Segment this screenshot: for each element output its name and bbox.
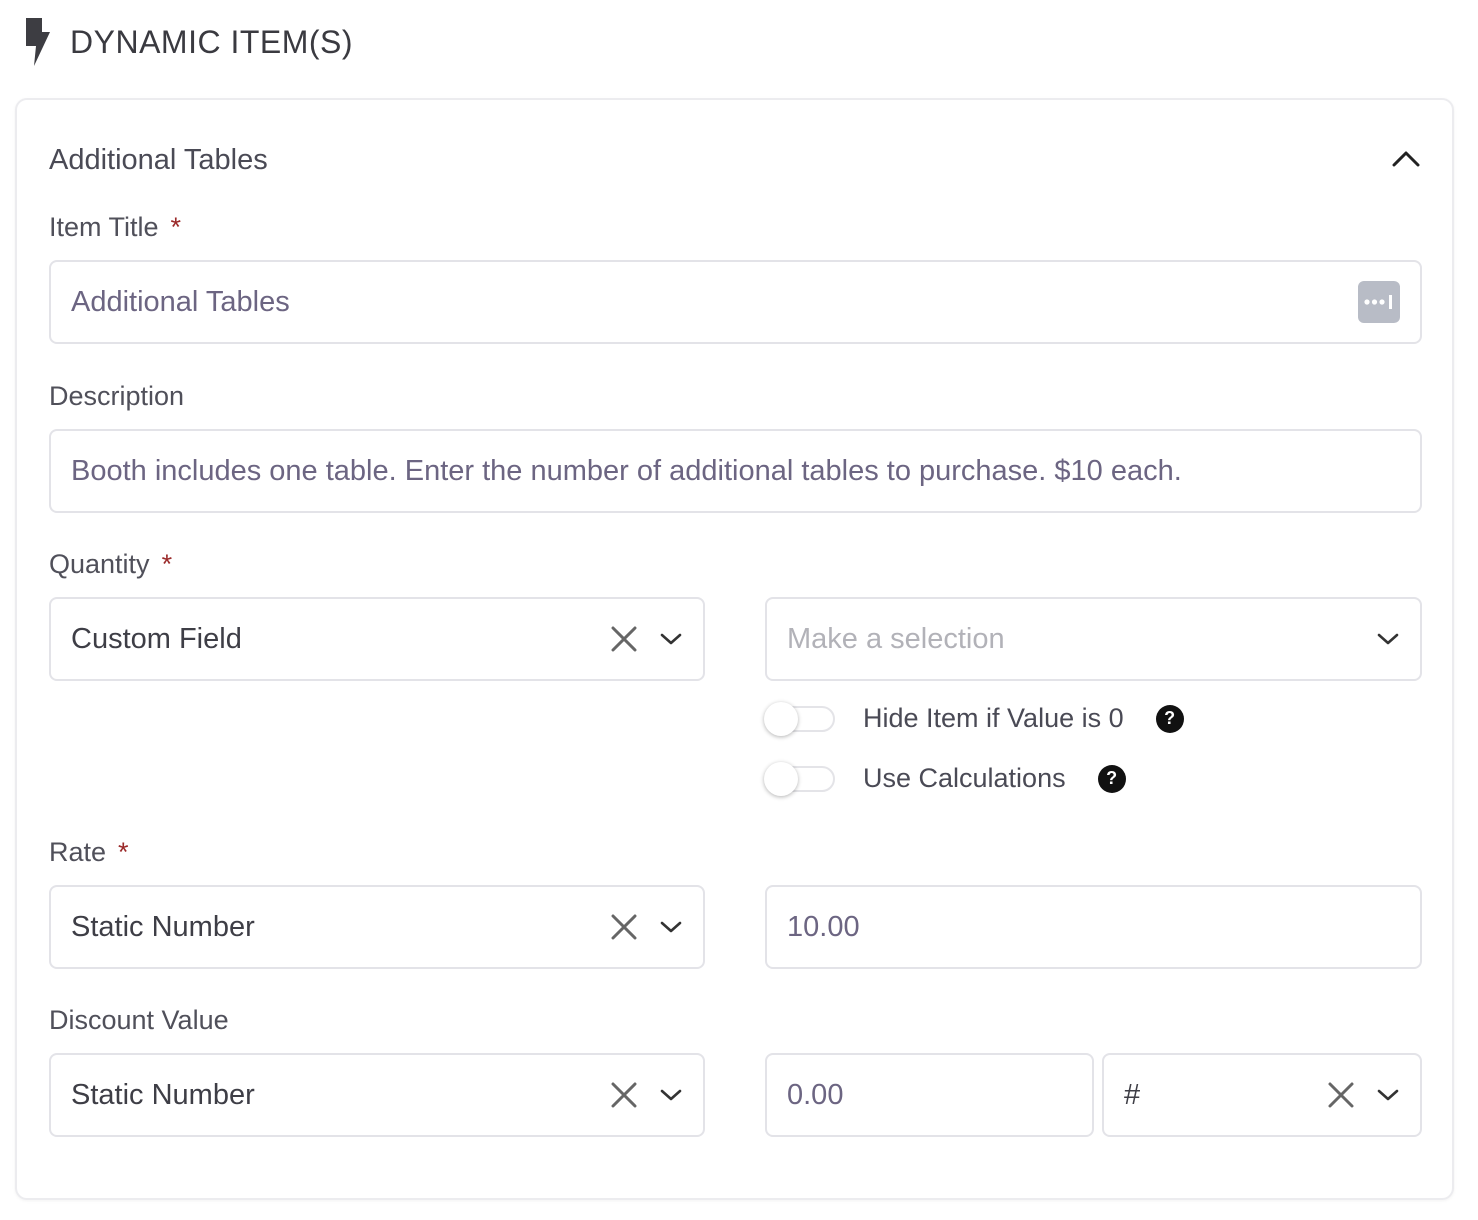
clear-icon[interactable]	[609, 624, 639, 654]
item-title-input[interactable]: Additional Tables	[49, 260, 1422, 344]
description-input[interactable]: Booth includes one table. Enter the numb…	[49, 429, 1422, 513]
chevron-down-icon[interactable]	[1376, 1083, 1400, 1107]
use-calculations-toggle-row: Use Calculations ?	[764, 761, 1126, 796]
quantity-field-select[interactable]: Make a selection	[765, 597, 1422, 681]
section-header-title: DYNAMIC ITEM(S)	[70, 23, 354, 60]
rate-type-select[interactable]: Static Number	[49, 885, 705, 969]
rate-amount-input[interactable]: 10.00	[765, 885, 1422, 969]
required-mark: *	[161, 549, 173, 579]
clear-icon[interactable]	[609, 1080, 639, 1110]
collapse-button[interactable]	[1388, 146, 1424, 174]
more-options-icon[interactable]	[1358, 281, 1400, 323]
hide-item-toggle[interactable]	[764, 701, 835, 736]
section-header: DYNAMIC ITEM(S)	[20, 16, 353, 68]
use-calculations-toggle-label: Use Calculations	[863, 763, 1066, 793]
chevron-down-icon[interactable]	[659, 1083, 683, 1107]
chevron-up-icon	[1391, 148, 1421, 173]
quantity-type-select[interactable]: Custom Field	[49, 597, 705, 681]
discount-amount-value: 0.00	[787, 1078, 844, 1111]
rate-type-value: Static Number	[71, 910, 255, 943]
clear-icon[interactable]	[1326, 1080, 1356, 1110]
item-title-label-text: Item Title	[49, 212, 159, 242]
item-title-value: Additional Tables	[71, 285, 290, 318]
discount-unit-value: #	[1124, 1078, 1141, 1111]
rate-label: Rate *	[49, 837, 129, 868]
description-value: Booth includes one table. Enter the numb…	[71, 454, 1182, 487]
required-mark: *	[118, 837, 129, 867]
description-label: Description	[49, 381, 185, 411]
clear-icon[interactable]	[609, 912, 639, 942]
discount-label: Discount Value	[49, 1005, 229, 1035]
required-mark: *	[170, 212, 182, 242]
discount-amount-input[interactable]: 0.00	[765, 1053, 1094, 1137]
quantity-label: Quantity *	[49, 549, 172, 580]
quantity-label-text: Quantity	[49, 549, 150, 579]
hide-item-toggle-label: Hide Item if Value is 0	[863, 703, 1124, 733]
chevron-down-icon[interactable]	[659, 915, 683, 939]
chevron-down-icon[interactable]	[659, 627, 683, 651]
bolt-icon	[20, 16, 54, 68]
discount-unit-select[interactable]: #	[1102, 1053, 1422, 1137]
discount-type-select[interactable]: Static Number	[49, 1053, 705, 1137]
dynamic-item-card: Additional Tables Item Title * Additional…	[15, 98, 1454, 1200]
rate-amount-value: 10.00	[787, 910, 860, 943]
item-section-title: Additional Tables	[49, 144, 268, 176]
help-icon[interactable]: ?	[1097, 764, 1126, 793]
hide-item-toggle-row: Hide Item if Value is 0 ?	[764, 701, 1184, 736]
help-icon[interactable]: ?	[1155, 704, 1184, 733]
quantity-type-value: Custom Field	[71, 622, 242, 655]
quantity-field-placeholder: Make a selection	[787, 622, 1005, 655]
chevron-down-icon[interactable]	[1376, 627, 1400, 651]
use-calculations-toggle[interactable]	[764, 761, 835, 796]
rate-label-text: Rate	[49, 837, 107, 867]
item-title-label: Item Title *	[49, 212, 181, 243]
discount-type-value: Static Number	[71, 1078, 255, 1111]
